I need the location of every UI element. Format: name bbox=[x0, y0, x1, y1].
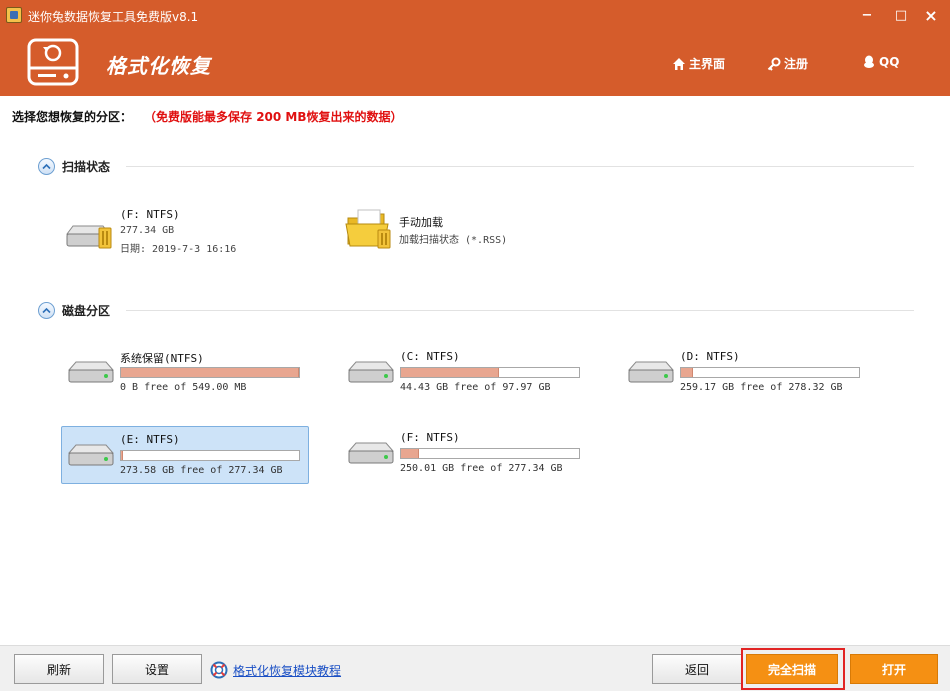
partition-free-space: 250.01 GB free of 277.34 GB bbox=[400, 463, 563, 474]
partition-usage-fill bbox=[681, 368, 694, 377]
partition-usage-bar bbox=[120, 450, 300, 461]
scan-item-description: 加载扫描状态 (*.RSS) bbox=[399, 235, 508, 246]
scan-item-date: 日期: 2019-7-3 16:16 bbox=[120, 244, 237, 255]
partition-name: (E: NTFS) bbox=[120, 433, 180, 446]
section-divider bbox=[126, 166, 914, 167]
partition-item[interactable]: 系统保留(NTFS) 0 B free of 549.00 MB bbox=[62, 344, 310, 402]
settings-button[interactable]: 设置 bbox=[112, 654, 202, 684]
nav-home-label: 主界面 bbox=[689, 57, 726, 71]
partition-name: (D: NTFS) bbox=[680, 350, 740, 363]
maximize-button[interactable]: □ bbox=[890, 6, 912, 26]
partition-item[interactable]: (F: NTFS) 250.01 GB free of 277.34 GB bbox=[342, 425, 590, 483]
full-scan-button[interactable]: 完全扫描 bbox=[746, 654, 838, 684]
nav-qq-label: QQ bbox=[879, 55, 900, 69]
scan-item-size: 277.34 GB bbox=[120, 225, 175, 236]
section-scan-state: 扫描状态 bbox=[38, 158, 914, 175]
partition-name: 系统保留(NTFS) bbox=[120, 352, 204, 365]
refresh-button[interactable]: 刷新 bbox=[14, 654, 104, 684]
scan-item-name: 手动加载 bbox=[399, 216, 443, 229]
folder-icon bbox=[345, 209, 391, 249]
manual-load-item[interactable]: 手动加载 加载扫描状态 (*.RSS) bbox=[342, 209, 562, 274]
partition-item[interactable]: (D: NTFS) 259.17 GB free of 278.32 GB bbox=[622, 344, 870, 402]
scan-item-name: (F: NTFS) bbox=[120, 208, 180, 221]
partition-free-space: 44.43 GB free of 97.97 GB bbox=[400, 382, 551, 393]
partition-usage-fill bbox=[121, 368, 299, 377]
hard-disk-icon bbox=[627, 361, 675, 383]
nav-register-button[interactable]: 注册 bbox=[767, 55, 808, 72]
section-disk-partitions: 磁盘分区 bbox=[38, 302, 914, 319]
scan-state-item-f[interactable]: (F: NTFS) 277.34 GB 日期: 2019-7-3 16:16 bbox=[62, 208, 282, 268]
close-button[interactable]: × bbox=[920, 6, 942, 26]
nav-register-label: 注册 bbox=[784, 57, 809, 71]
qq-penguin-icon bbox=[864, 55, 874, 68]
collapse-chevron-icon[interactable] bbox=[38, 158, 55, 175]
locked-disk-icon bbox=[66, 225, 112, 249]
partition-usage-bar bbox=[400, 367, 580, 378]
hard-disk-icon bbox=[67, 361, 115, 383]
open-button[interactable]: 打开 bbox=[850, 654, 938, 684]
partition-free-space: 273.58 GB free of 277.34 GB bbox=[120, 465, 283, 476]
partition-item[interactable]: (E: NTFS) 273.58 GB free of 277.34 GB bbox=[61, 426, 309, 484]
back-button[interactable]: 返回 bbox=[652, 654, 742, 684]
partition-usage-fill bbox=[401, 368, 499, 377]
hard-disk-icon bbox=[347, 361, 395, 383]
partition-usage-bar bbox=[680, 367, 860, 378]
lifebuoy-icon bbox=[210, 661, 228, 679]
collapse-chevron-icon[interactable] bbox=[38, 302, 55, 319]
tutorial-link[interactable]: 格式化恢复模块教程 bbox=[233, 662, 341, 679]
hard-drive-logo-icon bbox=[27, 38, 79, 86]
header-band: 迷你兔数据恢复工具免费版v8.1 − □ × 格式化恢复 主界面 注册 QQ bbox=[0, 0, 950, 96]
partition-usage-bar bbox=[400, 448, 580, 459]
partition-name: (F: NTFS) bbox=[400, 431, 460, 444]
home-icon bbox=[673, 57, 685, 70]
page-title: 格式化恢复 bbox=[106, 54, 211, 78]
partition-free-space: 0 B free of 549.00 MB bbox=[120, 382, 247, 393]
key-icon bbox=[767, 57, 781, 71]
partition-item[interactable]: (C: NTFS) 44.43 GB free of 97.97 GB bbox=[342, 344, 590, 402]
section-title: 磁盘分区 bbox=[62, 304, 111, 318]
hard-disk-icon bbox=[67, 444, 115, 466]
partition-prompt: 选择您想恢复的分区： （免费版能最多保存 200 MB恢复出来的数据） bbox=[12, 108, 403, 125]
nav-home-button[interactable]: 主界面 bbox=[672, 55, 725, 72]
app-icon bbox=[6, 7, 22, 23]
tutorial-link-group: 格式化恢复模块教程 bbox=[210, 661, 341, 679]
title-bar: 迷你兔数据恢复工具免费版v8.1 − □ × bbox=[0, 0, 950, 30]
section-title: 扫描状态 bbox=[62, 160, 111, 174]
partition-usage-fill bbox=[401, 449, 419, 458]
minimize-button[interactable]: − bbox=[856, 6, 878, 26]
prompt-label: 选择您想恢复的分区： bbox=[12, 110, 133, 124]
footer-bar: 刷新 设置 格式化恢复模块教程 返回 完全扫描 打开 bbox=[0, 645, 950, 691]
window-title: 迷你兔数据恢复工具免费版v8.1 bbox=[28, 10, 199, 24]
partition-usage-fill bbox=[121, 451, 124, 460]
free-version-notice: （免费版能最多保存 200 MB恢复出来的数据） bbox=[150, 110, 403, 124]
nav-qq-button[interactable]: QQ bbox=[862, 55, 899, 69]
partition-free-space: 259.17 GB free of 278.32 GB bbox=[680, 382, 843, 393]
hard-disk-icon bbox=[347, 442, 395, 464]
partition-usage-bar bbox=[120, 367, 300, 378]
partition-name: (C: NTFS) bbox=[400, 350, 460, 363]
section-divider bbox=[126, 310, 914, 311]
